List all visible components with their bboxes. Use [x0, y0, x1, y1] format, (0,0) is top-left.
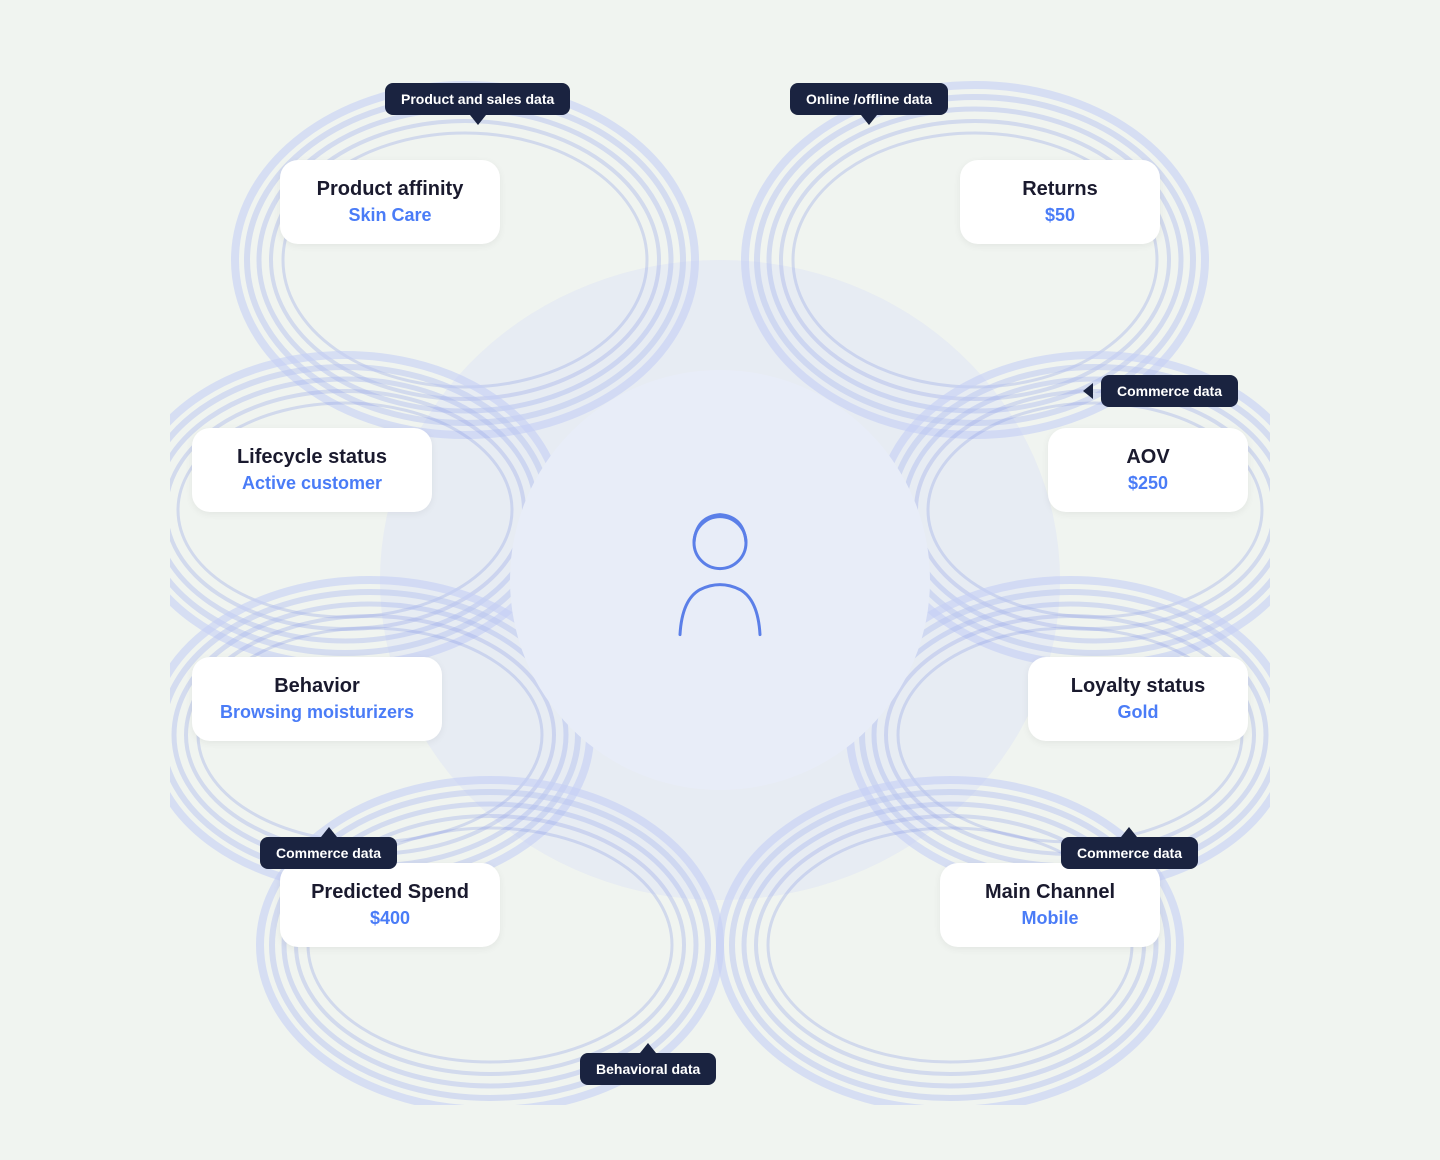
online-offline-label: Online /offline data [790, 83, 948, 115]
product-affinity-value: Skin Care [304, 205, 476, 226]
aov-value: $250 [1072, 473, 1224, 494]
product-affinity-card: Product affinity Skin Care [280, 160, 500, 244]
loyalty-status-value: Gold [1052, 702, 1224, 723]
loyalty-status-title: Loyalty status [1052, 675, 1224, 698]
predicted-spend-title: Predicted Spend [304, 881, 476, 904]
commerce-left-bottom-label: Commerce data [260, 837, 397, 869]
lifecycle-status-title: Lifecycle status [216, 446, 408, 469]
lifecycle-status-value: Active customer [216, 473, 408, 494]
returns-card: Returns $50 [960, 160, 1160, 244]
behavioral-label: Behavioral data [580, 1053, 716, 1085]
main-channel-title: Main Channel [964, 881, 1136, 904]
main-channel-card: Main Channel Mobile [940, 863, 1160, 947]
product-affinity-title: Product affinity [304, 178, 476, 201]
aov-title: AOV [1072, 446, 1224, 469]
commerce-right-bottom-label: Commerce data [1061, 837, 1198, 869]
main-channel-value: Mobile [964, 908, 1136, 929]
returns-value: $50 [984, 205, 1136, 226]
person-icon [660, 505, 780, 650]
loyalty-status-card: Loyalty status Gold [1028, 657, 1248, 741]
behavior-title: Behavior [216, 675, 418, 698]
predicted-spend-card: Predicted Spend $400 [280, 863, 500, 947]
diagram-container: Product and sales data Online /offline d… [170, 55, 1270, 1105]
aov-card: AOV $250 [1048, 428, 1248, 512]
predicted-spend-value: $400 [304, 908, 476, 929]
product-sales-label: Product and sales data [385, 83, 570, 115]
lifecycle-status-card: Lifecycle status Active customer [192, 428, 432, 512]
behavior-card: Behavior Browsing moisturizers [192, 657, 442, 741]
returns-title: Returns [984, 178, 1136, 201]
behavior-value: Browsing moisturizers [216, 702, 418, 723]
commerce-right-top-label: Commerce data [1101, 375, 1238, 407]
